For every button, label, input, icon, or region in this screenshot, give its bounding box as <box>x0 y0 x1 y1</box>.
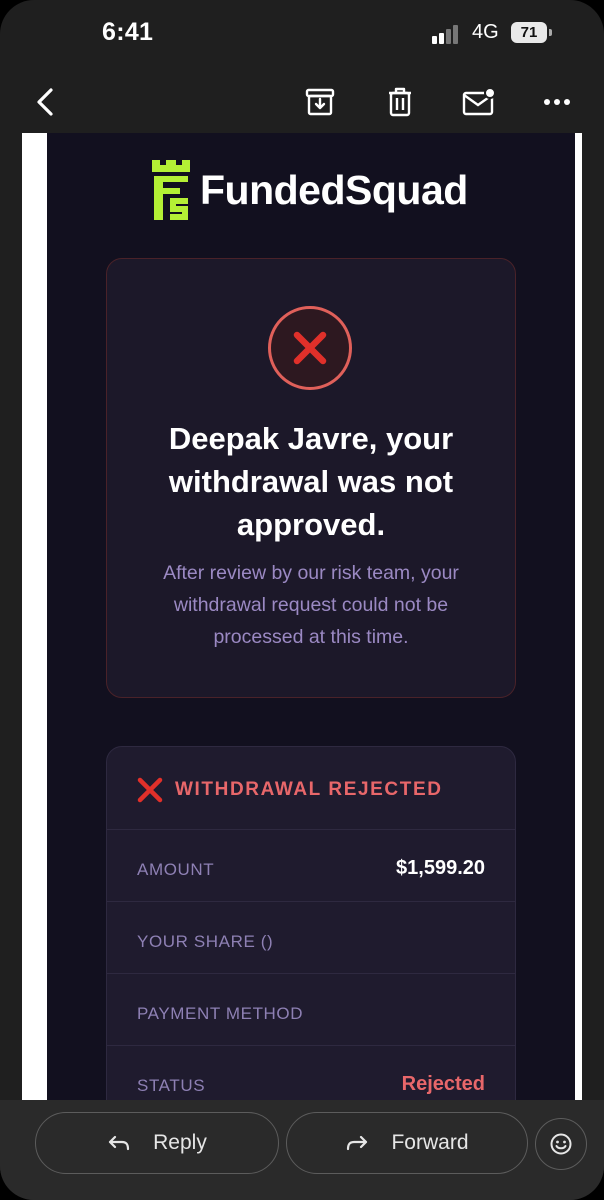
detail-label: YOUR SHARE () <box>137 932 274 951</box>
x-mark-icon <box>137 777 163 803</box>
detail-label: AMOUNT <box>137 860 215 879</box>
signal-icon <box>432 24 462 44</box>
rejection-card: Deepak Javre, your withdrawal was not ap… <box>106 258 516 698</box>
tower-logo-icon <box>152 160 190 220</box>
forward-label: Forward <box>391 1131 469 1154</box>
detail-label: PAYMENT METHOD <box>137 1004 304 1023</box>
x-circle-icon <box>268 306 352 390</box>
detail-label: STATUS <box>137 1076 206 1095</box>
rejection-message: After review by our risk team, your with… <box>163 562 459 648</box>
withdrawal-details-card: WITHDRAWAL REJECTED AMOUNT $1,599.20 YOU… <box>106 746 516 1108</box>
mail-unread-icon[interactable] <box>459 82 499 122</box>
network-label: 4G <box>472 21 499 43</box>
status-bar: 6:41 4G 71 <box>0 0 604 66</box>
detail-value: $1,599.20 <box>396 857 485 879</box>
forward-button[interactable]: Forward <box>286 1112 528 1174</box>
details-title: WITHDRAWAL REJECTED <box>175 779 443 800</box>
battery-icon: 71 <box>511 22 547 43</box>
headline: Deepak Javre, your withdrawal was not ap… <box>168 421 454 542</box>
email-screen: 6:41 4G 71 FundedSquad Deepak Javre, you… <box>0 0 604 1200</box>
detail-row-payment-method: PAYMENT METHOD <box>107 974 515 1046</box>
status-value: Rejected <box>401 1073 485 1095</box>
detail-row-share: YOUR SHARE () <box>107 902 515 974</box>
reply-icon <box>109 1135 130 1151</box>
archive-icon[interactable] <box>300 82 340 122</box>
detail-row-status: STATUS Rejected <box>107 1046 515 1107</box>
email-toolbar <box>0 72 604 130</box>
bottom-action-bar: Reply Forward <box>0 1100 604 1200</box>
brand-logo: FundedSquad <box>150 155 468 225</box>
reply-label: Reply <box>153 1131 207 1154</box>
details-header: WITHDRAWAL REJECTED <box>107 747 515 830</box>
battery-tip <box>549 29 552 36</box>
chevron-left-icon[interactable] <box>26 82 66 122</box>
status-time: 6:41 <box>102 18 154 46</box>
smiley-icon[interactable] <box>535 1118 587 1170</box>
trash-icon[interactable] <box>380 82 420 122</box>
reply-button[interactable]: Reply <box>35 1112 279 1174</box>
brand-name: FundedSquad <box>200 166 468 213</box>
more-icon[interactable] <box>537 82 577 122</box>
forward-icon <box>347 1135 368 1151</box>
detail-row-amount: AMOUNT $1,599.20 <box>107 830 515 902</box>
